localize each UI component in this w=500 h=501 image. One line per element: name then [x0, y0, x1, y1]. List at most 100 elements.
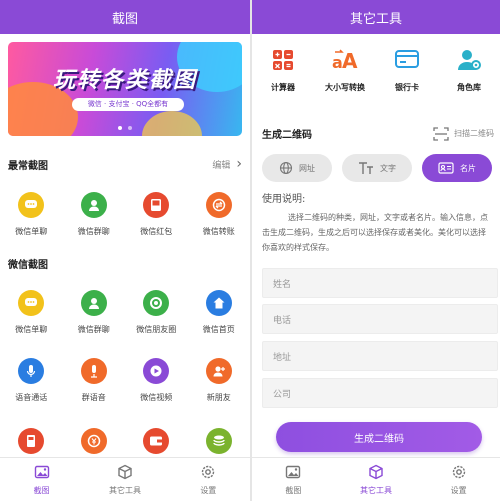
carousel-dots [8, 126, 242, 130]
coins-icon [205, 428, 232, 454]
role-library-icon [456, 48, 482, 74]
other-tools-screen: 其它工具 计算器 a A 大小写转换 银行卡 角色库 生成二维码 扫描二维码 网址 文字 名片… [252, 0, 500, 501]
svg-text:A: A [342, 49, 358, 72]
shortcut-item[interactable]: 微信转账 [188, 192, 251, 237]
shortcut-item[interactable]: 微信群聊 [63, 192, 126, 237]
common-section-header: 最常截图 编辑 › [8, 156, 242, 172]
tool-item[interactable]: 银行卡 [376, 48, 438, 93]
shortcut-label: 微信群聊 [77, 227, 110, 236]
shortcut-label: 微信转账 [202, 227, 235, 236]
wechat-grid-row: 微信单聊 微信群聊 微信朋友圈 微信首页 [0, 290, 250, 335]
common-grid: 微信单聊 微信群聊 微信红包 微信转账 [0, 192, 250, 237]
tab-image[interactable]: 截图 [252, 458, 335, 501]
tool-label: 银行卡 [395, 83, 419, 92]
scan-icon [433, 126, 449, 141]
shortcut-item[interactable]: 微信朋友圈 [125, 290, 188, 335]
gear-icon [451, 464, 467, 485]
wallet-icon [143, 428, 170, 454]
shortcut-item[interactable]: 微信首页 [188, 290, 251, 335]
shortcut-item[interactable]: 微信红包 [125, 192, 188, 237]
red-packet-icon [143, 192, 170, 218]
tab-cube[interactable]: 其它工具 [83, 458, 166, 501]
add-friend-icon [205, 358, 232, 384]
calculator-icon [271, 48, 295, 74]
tool-label: 计算器 [271, 83, 295, 92]
cube-icon [368, 464, 384, 485]
shortcut-label: 语音通话 [15, 393, 48, 402]
company-field[interactable]: 公司 [262, 378, 498, 408]
shortcut-item[interactable]: 微信单聊 [0, 290, 63, 335]
shortcut-label: 微信视频 [140, 393, 173, 402]
card-icon [438, 162, 454, 174]
address-field[interactable]: 地址 [262, 341, 498, 371]
tab-label: 其它工具 [360, 485, 392, 495]
tab-label: 其它工具 [108, 485, 141, 495]
wechat-grid-row: 语音通话 群语音 微信视频 新朋友 [0, 358, 250, 403]
name-field[interactable]: 姓名 [262, 268, 498, 298]
money-icon [80, 428, 107, 454]
wechat-section-header: 微信截图 [8, 256, 242, 271]
tool-label: 角色库 [457, 83, 481, 92]
scan-label: 扫描二维码 [454, 129, 494, 138]
shortcut-label: 群语音 [81, 393, 106, 402]
tab-cube[interactable]: 其它工具 [335, 458, 418, 501]
shortcut-item[interactable]: 微信视频 [125, 358, 188, 403]
shortcut-item[interactable]: 微信单聊 [0, 192, 63, 237]
banner-subline: 微信 · 支付宝 · QQ全都有 [72, 98, 184, 111]
qr-type-globe[interactable]: 网址 [262, 154, 332, 182]
promo-banner[interactable]: 玩转各类截图 微信 · 支付宝 · QQ全都有 [8, 42, 242, 136]
tools-row: 计算器 a A 大小写转换 银行卡 角色库 [252, 48, 500, 93]
case-convert-icon: aA [331, 48, 359, 74]
tool-item[interactable]: 计算器 [252, 48, 314, 93]
qr-title: 生成二维码 [262, 130, 312, 141]
tool-item[interactable]: a A 大小写转换 [314, 48, 376, 93]
page-title: 截图 [111, 11, 138, 27]
section-title: 微信截图 [8, 260, 48, 271]
shortcut-label: 微信单聊 [15, 325, 48, 334]
chat-icon [18, 290, 45, 316]
edit-button[interactable]: 编辑 › [212, 156, 242, 172]
tab-label: 截图 [285, 485, 302, 495]
screenshot-screen: 截图 玩转各类截图 微信 · 支付宝 · QQ全都有 最常截图 编辑 › 微信单… [0, 0, 250, 501]
title-bar: 截图 [0, 0, 250, 34]
qr-type-text[interactable]: 文字 [342, 154, 412, 182]
tab-gear[interactable]: 设置 [167, 458, 250, 501]
group-icon [80, 192, 107, 218]
globe-icon [279, 161, 293, 175]
image-icon [34, 464, 50, 485]
tool-item[interactable]: 角色库 [438, 48, 500, 93]
group-mic-icon [80, 358, 107, 384]
segment-label: 文字 [380, 163, 396, 173]
shortcut-label: 微信首页 [202, 325, 235, 334]
tab-label: 截图 [33, 485, 50, 495]
qr-type-card[interactable]: 名片 [422, 154, 492, 182]
receipt-icon [18, 428, 45, 454]
edit-label: 编辑 [212, 160, 231, 171]
group-icon [80, 290, 107, 316]
chat-icon [18, 192, 45, 218]
banner-headline: 玩转各类截图 [52, 68, 197, 93]
tab-image[interactable]: 截图 [0, 458, 83, 501]
image-icon [285, 464, 301, 485]
shortcut-item[interactable]: 微信群聊 [63, 290, 126, 335]
shortcut-label: 微信群聊 [77, 325, 110, 334]
tool-label: 大小写转换 [325, 83, 365, 92]
usage-text: 选择二维码的种类，网址，文字或者名片。输入信息，点击生成二维码，生成之后可以选择… [262, 213, 488, 252]
shortcut-item[interactable]: 语音通话 [0, 358, 63, 403]
bottom-tab-bar: 截图 其它工具 设置 [252, 457, 500, 501]
moments-icon [143, 290, 170, 316]
shortcut-label: 新朋友 [206, 393, 231, 402]
qr-header: 生成二维码 扫描二维码 [262, 126, 494, 141]
gear-icon [200, 464, 216, 485]
cube-icon [117, 464, 133, 485]
shortcut-item[interactable]: 新朋友 [188, 358, 251, 403]
bottom-tab-bar: 截图 其它工具 设置 [0, 457, 250, 501]
phone-field[interactable]: 电话 [262, 304, 498, 334]
scan-qr-button[interactable]: 扫描二维码 [433, 126, 494, 141]
section-title: 最常截图 [8, 160, 48, 172]
generate-qr-button[interactable]: 生成二维码 [276, 422, 482, 452]
tab-gear[interactable]: 设置 [417, 458, 500, 501]
title-bar: 其它工具 [252, 0, 500, 34]
shortcut-item[interactable]: 群语音 [63, 358, 126, 403]
chevron-right-icon: › [236, 156, 242, 172]
